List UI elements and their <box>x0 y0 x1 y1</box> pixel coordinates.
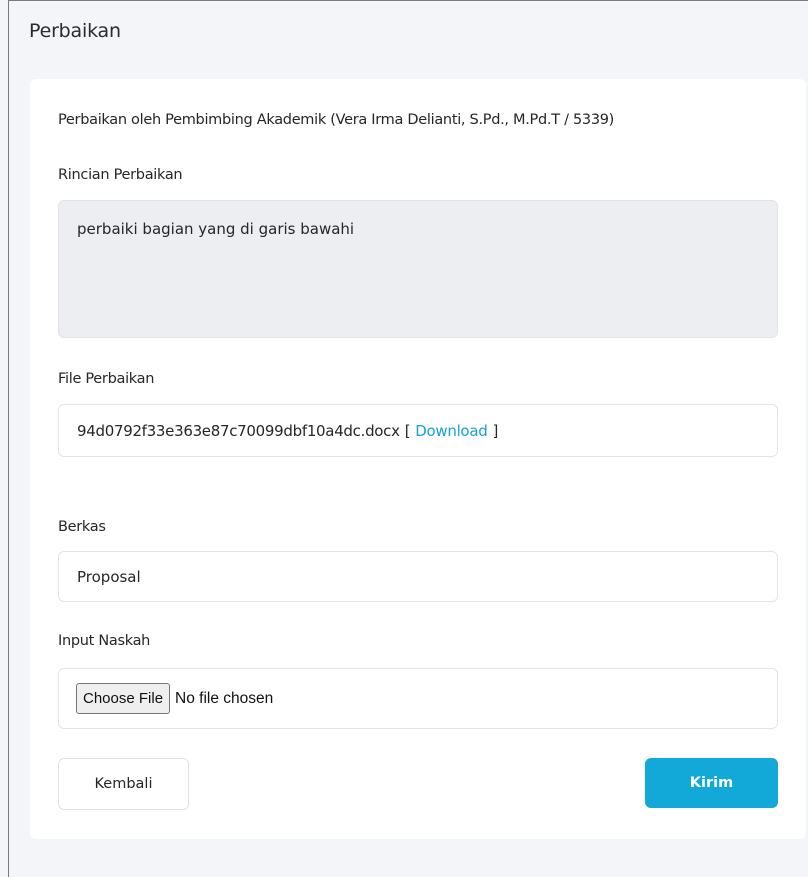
download-link[interactable]: Download <box>415 422 487 440</box>
berkas-label: Berkas <box>58 519 106 535</box>
reviewer-info: Perbaikan oleh Pembimbing Akademik (Vera… <box>58 112 615 128</box>
details-textarea[interactable]: perbaiki bagian yang di garis bawahi <box>58 200 778 338</box>
choose-file-button[interactable]: Choose File <box>76 683 171 714</box>
file-name: 94d0792f33e363e87c70099dbf10a4dc.docx <box>77 421 400 440</box>
details-label: Rincian Perbaikan <box>58 167 183 183</box>
form-card: Perbaikan oleh Pembimbing Akademik (Vera… <box>30 79 806 839</box>
file-field: 94d0792f33e363e87c70099dbf10a4dc.docx [ … <box>58 404 778 457</box>
upload-label: Input Naskah <box>58 633 151 649</box>
back-button[interactable]: Kembali <box>58 758 189 810</box>
page-title: Perbaikan <box>29 20 121 42</box>
bracket-close: ] <box>492 421 498 440</box>
berkas-field[interactable]: Proposal <box>58 551 778 602</box>
bracket-open: [ <box>404 421 411 440</box>
page-frame: Perbaikan Perbaikan oleh Pembimbing Akad… <box>8 0 808 877</box>
upload-field: Choose File No file chosen <box>58 668 778 729</box>
file-label: File Perbaikan <box>58 371 155 387</box>
upload-status: No file chosen <box>175 689 274 707</box>
submit-button[interactable]: Kirim <box>645 758 778 808</box>
